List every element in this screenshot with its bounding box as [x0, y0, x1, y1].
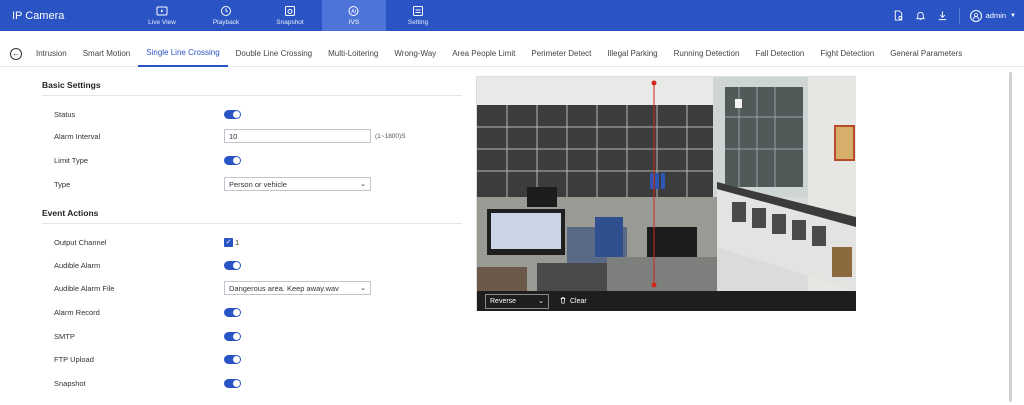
- ftp-row: FTP Upload: [54, 352, 454, 366]
- smtp-row: SMTP: [54, 329, 454, 343]
- clear-label: Clear: [570, 297, 587, 305]
- smtp-label: SMTP: [54, 331, 75, 341]
- direction-select[interactable]: Reverse ⌄: [485, 293, 549, 309]
- tab-area-people-limit[interactable]: Area People Limit: [444, 41, 523, 67]
- svg-text:Ai: Ai: [351, 9, 356, 15]
- nav-setting[interactable]: Setting: [386, 0, 450, 31]
- tab-wrong-way[interactable]: Wrong-Way: [386, 41, 444, 67]
- limit-type-row: Limit Type: [54, 153, 454, 167]
- back-arrow-icon[interactable]: ←: [10, 47, 22, 60]
- setting-icon: [412, 5, 424, 17]
- chevron-down-icon: ⌄: [538, 298, 544, 305]
- output-channel-checkbox[interactable]: ✓: [224, 237, 233, 247]
- output-channel-row: Output Channel ✓ 1: [54, 235, 454, 249]
- tab-fight-detection[interactable]: Fight Detection: [812, 41, 882, 67]
- tab-intrusion[interactable]: Intrusion: [28, 41, 75, 67]
- trash-icon: [559, 296, 567, 306]
- tab-double-line-crossing[interactable]: Double Line Crossing: [228, 41, 321, 67]
- type-select-value: Person or vehicle: [229, 179, 287, 189]
- status-label: Status: [54, 109, 76, 119]
- clear-button[interactable]: Clear: [559, 296, 587, 306]
- tab-general-parameters[interactable]: General Parameters: [882, 41, 970, 67]
- playback-icon: [220, 5, 232, 17]
- type-select[interactable]: Person or vehicle ⌄: [224, 177, 371, 191]
- output-channel-value: 1: [235, 237, 240, 247]
- alarm-interval-hint: (1~1800)S: [375, 132, 406, 140]
- audible-alarm-file-value: Dangerous area. Keep away.wav: [229, 283, 339, 293]
- top-right-tools: admin ▼: [893, 0, 1016, 31]
- camera-view[interactable]: [477, 77, 856, 291]
- alarm-interval-row: Alarm Interval 10 (1~1800)S: [54, 129, 454, 143]
- limit-type-label: Limit Type: [54, 155, 89, 165]
- basic-settings-title: Basic Settings: [42, 80, 101, 90]
- audible-alarm-label: Audible Alarm: [54, 260, 101, 270]
- nav-setting-label: Setting: [407, 19, 429, 26]
- status-row: Status: [54, 107, 454, 121]
- tab-smart-motion[interactable]: Smart Motion: [75, 41, 139, 67]
- smtp-toggle[interactable]: [224, 331, 241, 341]
- type-row: Type Person or vehicle ⌄: [54, 177, 454, 191]
- divider: [958, 7, 960, 24]
- nav-live-view-label: Live View: [148, 19, 176, 26]
- user-menu[interactable]: admin ▼: [969, 9, 1016, 22]
- main-nav: Live View Playback Snapshot Ai IVS Setti…: [130, 0, 450, 31]
- audible-alarm-toggle[interactable]: [224, 260, 241, 270]
- limit-type-toggle[interactable]: [224, 155, 241, 165]
- nav-playback-label: Playback: [212, 19, 240, 26]
- caret-down-icon: ▼: [1010, 12, 1016, 19]
- snapshot-row: Snapshot: [54, 376, 454, 390]
- snapshot-icon: [284, 5, 296, 17]
- tab-perimeter-detect[interactable]: Perimeter Detect: [523, 41, 599, 67]
- nav-live-view[interactable]: Live View: [130, 0, 194, 31]
- alarm-interval-input[interactable]: 10: [224, 129, 371, 143]
- nav-snapshot-label: Snapshot: [276, 19, 304, 26]
- bell-icon[interactable]: [915, 10, 927, 22]
- ftp-label: FTP Upload: [54, 354, 94, 364]
- audible-alarm-file-row: Audible Alarm File Dangerous area. Keep …: [54, 281, 454, 295]
- download-icon[interactable]: [937, 10, 949, 22]
- event-actions-title: Event Actions: [42, 208, 99, 218]
- page-scrollbar[interactable]: [1009, 72, 1012, 402]
- tab-illegal-parking[interactable]: Illegal Parking: [599, 41, 665, 67]
- live-view-icon: [156, 5, 168, 17]
- chevron-down-icon: ⌄: [360, 181, 366, 188]
- avatar-icon: [969, 9, 982, 22]
- top-bar: IP Camera Live View Playback Snapshot Ai…: [0, 0, 1024, 31]
- alarm-record-toggle[interactable]: [224, 307, 241, 317]
- tab-fall-detection[interactable]: Fall Detection: [747, 41, 812, 67]
- alarm-record-row: Alarm Record: [54, 305, 454, 319]
- tab-multi-loitering[interactable]: Multi-Loitering: [320, 41, 386, 67]
- ivs-tabs: ← Intrusion Smart Motion Single Line Cro…: [0, 41, 1024, 67]
- snapshot-toggle[interactable]: [224, 378, 241, 388]
- nav-ivs-label: IVS: [348, 19, 360, 26]
- alarm-interval-label: Alarm Interval: [54, 131, 101, 141]
- ivs-icon: Ai: [348, 5, 360, 17]
- nav-playback[interactable]: Playback: [194, 0, 258, 31]
- section-divider: [42, 95, 462, 96]
- type-label: Type: [54, 179, 71, 189]
- camera-scene: [477, 77, 856, 291]
- document-settings-icon[interactable]: [893, 10, 905, 22]
- output-channel-label: Output Channel: [54, 237, 107, 247]
- snapshot-label: Snapshot: [54, 378, 86, 388]
- video-toolbar: Reverse ⌄ Clear: [477, 291, 856, 311]
- direction-select-value: Reverse: [490, 297, 517, 305]
- tab-single-line-crossing[interactable]: Single Line Crossing: [138, 41, 228, 67]
- status-toggle[interactable]: [224, 109, 241, 119]
- audible-alarm-file-select[interactable]: Dangerous area. Keep away.wav ⌄: [224, 281, 371, 295]
- app-title: IP Camera: [12, 10, 65, 22]
- alarm-record-label: Alarm Record: [54, 307, 100, 317]
- audible-alarm-row: Audible Alarm: [54, 258, 454, 272]
- tab-running-detection[interactable]: Running Detection: [666, 41, 748, 67]
- nav-ivs[interactable]: Ai IVS: [322, 0, 386, 31]
- section-divider: [42, 223, 462, 224]
- chevron-down-icon: ⌄: [360, 285, 366, 292]
- video-preview-panel: Reverse ⌄ Clear: [476, 76, 856, 311]
- ftp-toggle[interactable]: [224, 354, 241, 364]
- audible-alarm-file-label: Audible Alarm File: [54, 283, 115, 293]
- nav-snapshot[interactable]: Snapshot: [258, 0, 322, 31]
- username: admin: [985, 11, 1007, 20]
